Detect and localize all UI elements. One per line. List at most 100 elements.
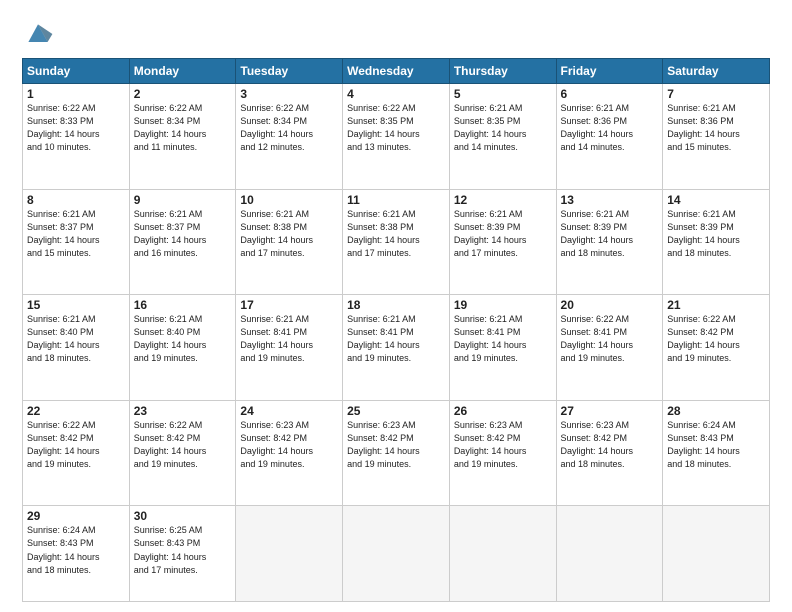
week-row-1: 1Sunrise: 6:22 AM Sunset: 8:33 PM Daylig… xyxy=(23,84,770,190)
day-cell: 3Sunrise: 6:22 AM Sunset: 8:34 PM Daylig… xyxy=(236,84,343,190)
day-cell: 2Sunrise: 6:22 AM Sunset: 8:34 PM Daylig… xyxy=(129,84,236,190)
day-number: 15 xyxy=(27,298,125,312)
day-cell: 4Sunrise: 6:22 AM Sunset: 8:35 PM Daylig… xyxy=(343,84,450,190)
weekday-header-friday: Friday xyxy=(556,59,663,84)
day-cell: 15Sunrise: 6:21 AM Sunset: 8:40 PM Dayli… xyxy=(23,295,130,401)
day-cell: 18Sunrise: 6:21 AM Sunset: 8:41 PM Dayli… xyxy=(343,295,450,401)
day-info: Sunrise: 6:21 AM Sunset: 8:38 PM Dayligh… xyxy=(240,208,338,260)
day-number: 19 xyxy=(454,298,552,312)
day-cell xyxy=(236,506,343,602)
day-info: Sunrise: 6:23 AM Sunset: 8:42 PM Dayligh… xyxy=(454,419,552,471)
day-info: Sunrise: 6:22 AM Sunset: 8:33 PM Dayligh… xyxy=(27,102,125,154)
day-cell: 22Sunrise: 6:22 AM Sunset: 8:42 PM Dayli… xyxy=(23,400,130,506)
day-info: Sunrise: 6:21 AM Sunset: 8:35 PM Dayligh… xyxy=(454,102,552,154)
day-info: Sunrise: 6:21 AM Sunset: 8:39 PM Dayligh… xyxy=(454,208,552,260)
day-cell: 24Sunrise: 6:23 AM Sunset: 8:42 PM Dayli… xyxy=(236,400,343,506)
day-info: Sunrise: 6:21 AM Sunset: 8:37 PM Dayligh… xyxy=(27,208,125,260)
day-cell: 19Sunrise: 6:21 AM Sunset: 8:41 PM Dayli… xyxy=(449,295,556,401)
day-number: 20 xyxy=(561,298,659,312)
page: SundayMondayTuesdayWednesdayThursdayFrid… xyxy=(0,0,792,612)
day-number: 17 xyxy=(240,298,338,312)
day-number: 14 xyxy=(667,193,765,207)
day-cell: 25Sunrise: 6:23 AM Sunset: 8:42 PM Dayli… xyxy=(343,400,450,506)
day-info: Sunrise: 6:22 AM Sunset: 8:42 PM Dayligh… xyxy=(27,419,125,471)
day-info: Sunrise: 6:21 AM Sunset: 8:41 PM Dayligh… xyxy=(347,313,445,365)
day-info: Sunrise: 6:21 AM Sunset: 8:41 PM Dayligh… xyxy=(240,313,338,365)
day-number: 23 xyxy=(134,404,232,418)
day-info: Sunrise: 6:21 AM Sunset: 8:41 PM Dayligh… xyxy=(454,313,552,365)
weekday-header-thursday: Thursday xyxy=(449,59,556,84)
day-number: 13 xyxy=(561,193,659,207)
week-row-4: 22Sunrise: 6:22 AM Sunset: 8:42 PM Dayli… xyxy=(23,400,770,506)
day-info: Sunrise: 6:21 AM Sunset: 8:40 PM Dayligh… xyxy=(27,313,125,365)
day-cell: 7Sunrise: 6:21 AM Sunset: 8:36 PM Daylig… xyxy=(663,84,770,190)
day-info: Sunrise: 6:21 AM Sunset: 8:39 PM Dayligh… xyxy=(667,208,765,260)
day-number: 12 xyxy=(454,193,552,207)
calendar-table: SundayMondayTuesdayWednesdayThursdayFrid… xyxy=(22,58,770,602)
day-number: 3 xyxy=(240,87,338,101)
day-info: Sunrise: 6:22 AM Sunset: 8:42 PM Dayligh… xyxy=(134,419,232,471)
day-info: Sunrise: 6:21 AM Sunset: 8:39 PM Dayligh… xyxy=(561,208,659,260)
day-info: Sunrise: 6:22 AM Sunset: 8:42 PM Dayligh… xyxy=(667,313,765,365)
day-cell: 14Sunrise: 6:21 AM Sunset: 8:39 PM Dayli… xyxy=(663,189,770,295)
day-info: Sunrise: 6:24 AM Sunset: 8:43 PM Dayligh… xyxy=(27,524,125,576)
day-cell: 11Sunrise: 6:21 AM Sunset: 8:38 PM Dayli… xyxy=(343,189,450,295)
day-number: 4 xyxy=(347,87,445,101)
day-number: 22 xyxy=(27,404,125,418)
day-cell: 17Sunrise: 6:21 AM Sunset: 8:41 PM Dayli… xyxy=(236,295,343,401)
day-number: 10 xyxy=(240,193,338,207)
day-cell: 20Sunrise: 6:22 AM Sunset: 8:41 PM Dayli… xyxy=(556,295,663,401)
weekday-header-sunday: Sunday xyxy=(23,59,130,84)
logo xyxy=(22,18,58,50)
day-number: 26 xyxy=(454,404,552,418)
header xyxy=(22,18,770,50)
day-number: 28 xyxy=(667,404,765,418)
day-info: Sunrise: 6:21 AM Sunset: 8:38 PM Dayligh… xyxy=(347,208,445,260)
day-cell: 10Sunrise: 6:21 AM Sunset: 8:38 PM Dayli… xyxy=(236,189,343,295)
day-cell: 12Sunrise: 6:21 AM Sunset: 8:39 PM Dayli… xyxy=(449,189,556,295)
weekday-header-monday: Monday xyxy=(129,59,236,84)
logo-icon xyxy=(22,18,54,50)
day-cell: 16Sunrise: 6:21 AM Sunset: 8:40 PM Dayli… xyxy=(129,295,236,401)
day-number: 7 xyxy=(667,87,765,101)
day-number: 21 xyxy=(667,298,765,312)
day-cell: 28Sunrise: 6:24 AM Sunset: 8:43 PM Dayli… xyxy=(663,400,770,506)
day-cell xyxy=(556,506,663,602)
day-cell: 8Sunrise: 6:21 AM Sunset: 8:37 PM Daylig… xyxy=(23,189,130,295)
day-cell xyxy=(343,506,450,602)
day-number: 30 xyxy=(134,509,232,523)
day-info: Sunrise: 6:21 AM Sunset: 8:36 PM Dayligh… xyxy=(667,102,765,154)
day-cell: 26Sunrise: 6:23 AM Sunset: 8:42 PM Dayli… xyxy=(449,400,556,506)
day-cell: 13Sunrise: 6:21 AM Sunset: 8:39 PM Dayli… xyxy=(556,189,663,295)
day-number: 11 xyxy=(347,193,445,207)
day-info: Sunrise: 6:23 AM Sunset: 8:42 PM Dayligh… xyxy=(561,419,659,471)
day-cell: 9Sunrise: 6:21 AM Sunset: 8:37 PM Daylig… xyxy=(129,189,236,295)
day-cell: 30Sunrise: 6:25 AM Sunset: 8:43 PM Dayli… xyxy=(129,506,236,602)
day-cell: 5Sunrise: 6:21 AM Sunset: 8:35 PM Daylig… xyxy=(449,84,556,190)
day-number: 27 xyxy=(561,404,659,418)
weekday-header-row: SundayMondayTuesdayWednesdayThursdayFrid… xyxy=(23,59,770,84)
day-info: Sunrise: 6:21 AM Sunset: 8:37 PM Dayligh… xyxy=(134,208,232,260)
weekday-header-saturday: Saturday xyxy=(663,59,770,84)
day-number: 8 xyxy=(27,193,125,207)
week-row-2: 8Sunrise: 6:21 AM Sunset: 8:37 PM Daylig… xyxy=(23,189,770,295)
day-number: 2 xyxy=(134,87,232,101)
day-cell: 1Sunrise: 6:22 AM Sunset: 8:33 PM Daylig… xyxy=(23,84,130,190)
day-cell: 29Sunrise: 6:24 AM Sunset: 8:43 PM Dayli… xyxy=(23,506,130,602)
day-number: 25 xyxy=(347,404,445,418)
day-number: 5 xyxy=(454,87,552,101)
day-info: Sunrise: 6:22 AM Sunset: 8:35 PM Dayligh… xyxy=(347,102,445,154)
day-cell: 21Sunrise: 6:22 AM Sunset: 8:42 PM Dayli… xyxy=(663,295,770,401)
day-number: 24 xyxy=(240,404,338,418)
day-cell xyxy=(449,506,556,602)
day-number: 6 xyxy=(561,87,659,101)
day-info: Sunrise: 6:23 AM Sunset: 8:42 PM Dayligh… xyxy=(240,419,338,471)
day-info: Sunrise: 6:25 AM Sunset: 8:43 PM Dayligh… xyxy=(134,524,232,576)
week-row-3: 15Sunrise: 6:21 AM Sunset: 8:40 PM Dayli… xyxy=(23,295,770,401)
day-number: 29 xyxy=(27,509,125,523)
day-number: 16 xyxy=(134,298,232,312)
day-info: Sunrise: 6:22 AM Sunset: 8:41 PM Dayligh… xyxy=(561,313,659,365)
day-cell: 6Sunrise: 6:21 AM Sunset: 8:36 PM Daylig… xyxy=(556,84,663,190)
day-info: Sunrise: 6:24 AM Sunset: 8:43 PM Dayligh… xyxy=(667,419,765,471)
day-info: Sunrise: 6:22 AM Sunset: 8:34 PM Dayligh… xyxy=(240,102,338,154)
